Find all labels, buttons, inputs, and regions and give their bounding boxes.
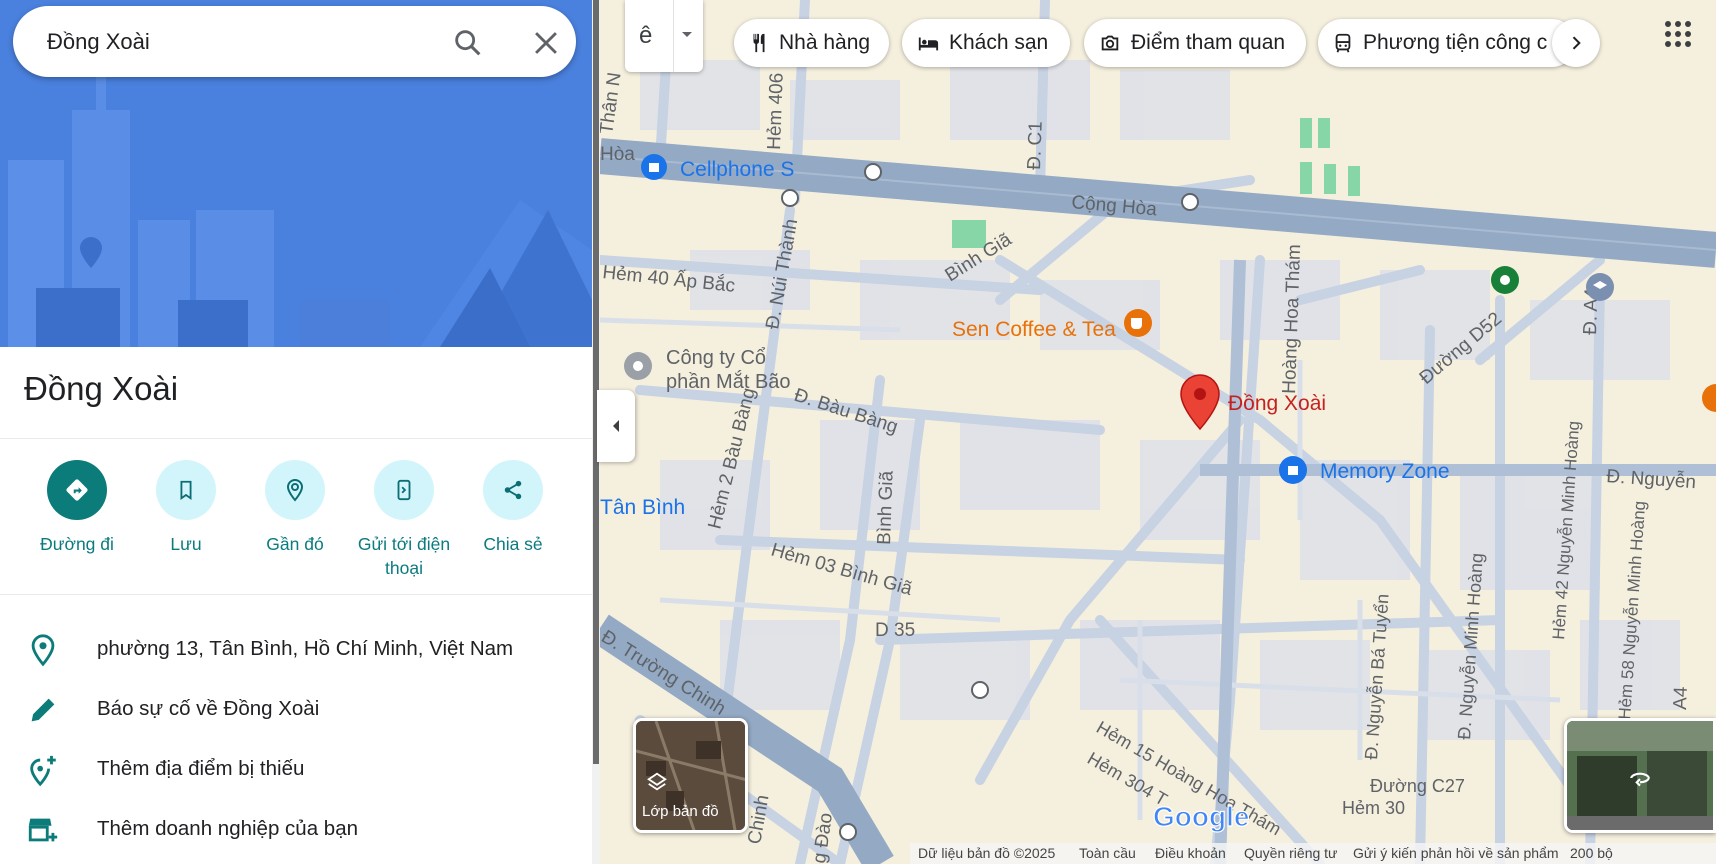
- collapse-panel-button[interactable]: [597, 390, 635, 462]
- chip-label: Điểm tham quan: [1131, 31, 1286, 54]
- layers-button[interactable]: Lớp bản đồ: [633, 718, 748, 833]
- chip-hotels[interactable]: Khách sạn: [902, 19, 1070, 67]
- street-label: Hòa: [600, 144, 635, 165]
- search-input[interactable]: [47, 28, 407, 56]
- report-text: Báo sự cố về Đồng Xoài: [97, 697, 320, 720]
- divider: [0, 594, 592, 595]
- chip-transit[interactable]: Phương tiện công c: [1318, 19, 1576, 67]
- street-label: Đ. C1: [1024, 121, 1047, 170]
- street-label: A4: [1670, 686, 1692, 710]
- apps-grid-icon[interactable]: [1664, 20, 1692, 48]
- bookmark-icon: [156, 460, 216, 520]
- poi-label: phần Mắt Bão: [666, 370, 791, 393]
- terms-link[interactable]: Điều khoản: [1155, 845, 1226, 861]
- input-tools-label: ê: [639, 22, 653, 49]
- privacy-link[interactable]: Quyền riêng tư: [1244, 845, 1337, 861]
- place-panel: Đồng Xoài Đường đi Lưu Gần đó Gửi tới đi…: [0, 0, 592, 864]
- chevron-right-icon: [1572, 36, 1581, 50]
- layers-label: Lớp bản đồ: [642, 803, 719, 820]
- pencil-icon: [26, 693, 60, 727]
- poi-label: Sen Coffee & Tea: [952, 318, 1116, 341]
- map-footer: Dữ liệu bản đồ ©2025 Toàn cầu Điều khoản…: [910, 843, 1716, 864]
- address-text: phường 13, Tân Bình, Hồ Chí Minh, Việt N…: [97, 637, 514, 660]
- place-title: Đồng Xoài: [24, 370, 179, 407]
- layers-icon: [647, 772, 667, 791]
- chevron-down-icon[interactable]: [679, 30, 695, 40]
- share-label: Chia sẻ: [483, 534, 543, 554]
- chip-label: Khách sạn: [949, 31, 1049, 54]
- restaurant-icon: [753, 33, 765, 53]
- save-label: Lưu: [170, 534, 202, 554]
- save-button[interactable]: Lưu: [131, 460, 241, 556]
- add-place-icon: [26, 753, 60, 787]
- map-data-credit: Dữ liệu bản đồ ©2025: [918, 845, 1056, 861]
- street-label: D 35: [875, 620, 915, 641]
- street-view-preview[interactable]: [1564, 718, 1716, 833]
- poi-green[interactable]: [1491, 266, 1519, 294]
- hotel-icon: [918, 37, 939, 51]
- scrollbar-thumb[interactable]: [593, 0, 599, 764]
- chevron-left-icon: [613, 420, 619, 432]
- chips-next-button[interactable]: [1552, 19, 1600, 67]
- share-icon: [483, 460, 543, 520]
- divider: [0, 438, 592, 439]
- nearby-label: Gần đó: [266, 534, 324, 554]
- street-label: Bình Giã: [874, 470, 898, 545]
- google-logo: Google: [1153, 801, 1249, 832]
- poi-label: Memory Zone: [1320, 460, 1450, 483]
- add-missing-place-row[interactable]: Thêm địa điểm bị thiếu: [0, 749, 592, 789]
- directions-button[interactable]: Đường đi: [22, 460, 132, 556]
- search-icon[interactable]: [451, 26, 485, 60]
- nearby-icon: [265, 460, 325, 520]
- map-tiles: Hòa Thân N Hẻm 406 Đ. C1 Cộng Hòa Bình G…: [600, 0, 1716, 864]
- location-pin-icon: [26, 633, 60, 667]
- add-business-row[interactable]: Thêm doanh nghiệp của bạn: [0, 809, 592, 849]
- add-missing-place-text: Thêm địa điểm bị thiếu: [97, 757, 305, 780]
- send-to-phone-button[interactable]: Gửi tới điện thoại: [349, 460, 459, 580]
- directions-icon: [47, 460, 107, 520]
- add-business-icon: [26, 813, 60, 847]
- street-label: Hẻm 406: [764, 72, 788, 150]
- chip-label: Phương tiện công c: [1363, 31, 1548, 54]
- send-to-phone-label: Gửi tới điện thoại: [357, 534, 451, 578]
- feedback-link[interactable]: Gửi ý kiến phản hồi về sản phẩm: [1353, 845, 1559, 861]
- close-icon[interactable]: [529, 26, 563, 60]
- rotate-360-icon: [1630, 772, 1650, 787]
- transit-icon: [1335, 33, 1351, 53]
- add-business-text: Thêm doanh nghiệp của bạn: [97, 817, 359, 840]
- map-canvas[interactable]: Hòa Thân N Hẻm 406 Đ. C1 Cộng Hòa Bình G…: [600, 0, 1716, 864]
- directions-label: Đường đi: [40, 534, 114, 554]
- chip-attractions[interactable]: Điểm tham quan: [1084, 19, 1306, 67]
- street-label: Hẻm 30: [1342, 798, 1405, 818]
- address-row[interactable]: phường 13, Tân Bình, Hồ Chí Minh, Việt N…: [0, 629, 592, 669]
- poi-label: Công ty Cổ: [666, 347, 766, 369]
- scale-label[interactable]: 200 bộ: [1570, 845, 1613, 861]
- input-tools-button[interactable]: ê: [625, 0, 703, 72]
- nearby-button[interactable]: Gần đó: [240, 460, 350, 556]
- pin-label: Đồng Xoài: [1228, 392, 1326, 415]
- poi-label: Cellphone S: [680, 158, 794, 181]
- chip-label: Nhà hàng: [779, 31, 871, 54]
- chip-restaurants[interactable]: Nhà hàng: [734, 19, 889, 67]
- share-button[interactable]: Chia sẻ: [458, 460, 568, 556]
- global-link[interactable]: Toàn cầu: [1079, 845, 1136, 861]
- divider: [673, 0, 674, 72]
- camera-icon: [1101, 35, 1119, 51]
- search-box: [13, 6, 576, 77]
- send-to-phone-icon: [374, 460, 434, 520]
- poi-school[interactable]: [1586, 273, 1614, 301]
- report-row[interactable]: Báo sự cố về Đồng Xoài: [0, 689, 592, 729]
- area-label: Tân Bình: [600, 496, 685, 519]
- street-label: Đường C27: [1370, 776, 1465, 796]
